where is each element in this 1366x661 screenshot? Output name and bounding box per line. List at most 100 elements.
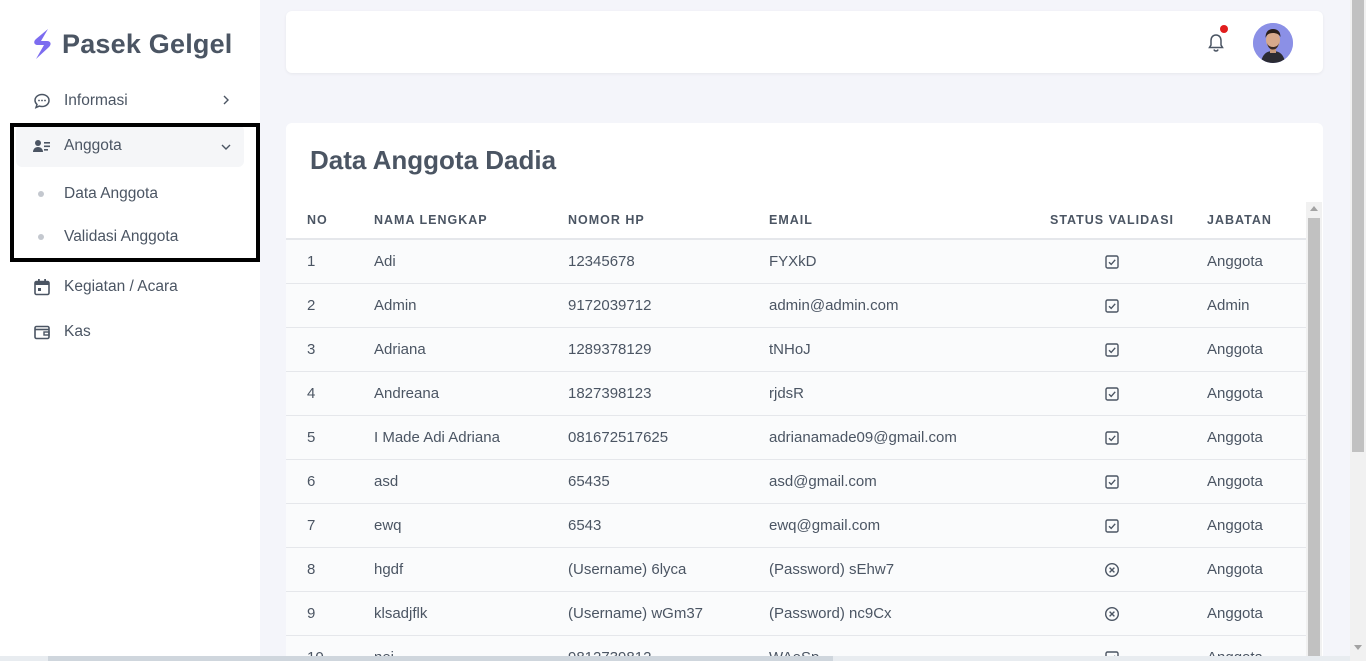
cell-status bbox=[1017, 415, 1207, 460]
cell-jabatan: Anggota bbox=[1207, 459, 1306, 504]
cell-hp: 9172039712 bbox=[568, 283, 769, 328]
column-header-status[interactable]: STATUS VALIDASI bbox=[1017, 202, 1207, 240]
page-scrollbar[interactable] bbox=[1350, 0, 1366, 661]
cell-email: admin@admin.com bbox=[769, 283, 1017, 328]
checkbox-checked-icon bbox=[1105, 386, 1119, 401]
cell-jabatan: Anggota bbox=[1207, 415, 1306, 460]
user-avatar[interactable] bbox=[1253, 23, 1293, 63]
table-row[interactable]: 9 klsadjflk (Username) wGm37 (Password) nc9… bbox=[286, 591, 1306, 636]
cell-hp: (Username) wGm37 bbox=[568, 591, 769, 636]
table-row[interactable]: 3 Adriana 1289378129 tNHoJ Anggota bbox=[286, 327, 1306, 372]
cell-no: 5 bbox=[286, 415, 374, 460]
column-header-hp[interactable]: NOMOR HP bbox=[568, 202, 769, 240]
cell-email: tNHoJ bbox=[769, 327, 1017, 372]
cell-status bbox=[1017, 327, 1207, 372]
table-row[interactable]: 5I Made Adi Adriana 081672517625 adrianama… bbox=[286, 415, 1306, 460]
page-scrollbar-thumb[interactable] bbox=[1352, 0, 1364, 452]
cell-no: 1 bbox=[286, 239, 374, 284]
horizontal-scrollbar[interactable] bbox=[0, 656, 1350, 661]
cell-no: 3 bbox=[286, 327, 374, 372]
column-header-jabatan[interactable]: JABATAN bbox=[1207, 202, 1306, 240]
column-header-email[interactable]: EMAIL bbox=[769, 202, 1017, 240]
table-header-row: NO NAMA LENGKAP NOMOR HP EMAIL STATUS VA… bbox=[286, 202, 1306, 240]
table-row[interactable]: 8 hgdf (Username) 6lyca (Password) sEhw7 Ang… bbox=[286, 547, 1306, 592]
table-row[interactable]: 4 Andreana 1827398123 rjdsR Anggota bbox=[286, 371, 1306, 416]
brand[interactable]: Pasek Gelgel bbox=[30, 26, 233, 62]
cell-nama: Adi bbox=[374, 239, 568, 284]
cell-hp: 12345678 bbox=[568, 239, 769, 284]
cell-nama: asd bbox=[374, 459, 568, 504]
checkbox-checked-icon bbox=[1105, 342, 1119, 357]
cell-jabatan: Anggota bbox=[1207, 503, 1306, 548]
cell-no: 4 bbox=[286, 371, 374, 416]
cell-hp: 081672517625 bbox=[568, 415, 769, 460]
cell-hp: 6543 bbox=[568, 503, 769, 548]
cell-jabatan: Anggota bbox=[1207, 327, 1306, 372]
checkbox-checked-icon bbox=[1105, 298, 1119, 313]
checkbox-checked-icon bbox=[1105, 474, 1119, 489]
cell-no: 2 bbox=[286, 283, 374, 328]
notification-badge bbox=[1220, 25, 1228, 33]
bell-icon[interactable] bbox=[1207, 33, 1225, 53]
sidebar-item-label: Kas bbox=[64, 323, 91, 340]
x-circle-icon bbox=[1104, 562, 1120, 577]
cell-email: ewq@gmail.com bbox=[769, 503, 1017, 548]
cell-nama: hgdf bbox=[374, 547, 568, 592]
table-row[interactable]: 7 ewq 6543 ewq@gmail.com Anggota bbox=[286, 503, 1306, 548]
table-container[interactable]: NO NAMA LENGKAP NOMOR HP EMAIL STATUS VA… bbox=[286, 202, 1306, 661]
cell-email: FYXkD bbox=[769, 239, 1017, 284]
cell-jabatan: Anggota bbox=[1207, 547, 1306, 592]
cell-email: adrianamade09@gmail.com bbox=[769, 415, 1017, 460]
cell-nama: I Made Adi Adriana bbox=[374, 415, 568, 460]
checkbox-checked-icon bbox=[1105, 430, 1119, 445]
cell-status bbox=[1017, 591, 1207, 636]
chevron-right-icon bbox=[223, 95, 229, 105]
cell-hp: (Username) 6lyca bbox=[568, 547, 769, 592]
cell-no: 7 bbox=[286, 503, 374, 548]
brand-name: Pasek Gelgel bbox=[62, 28, 233, 59]
cell-nama: Adriana bbox=[374, 327, 568, 372]
scroll-up-arrow-icon[interactable] bbox=[1310, 206, 1318, 211]
cell-nama: klsadjflk bbox=[374, 591, 568, 636]
wallet-icon bbox=[33, 323, 51, 341]
sidebar-item-kegiatan[interactable]: Kegiatan / Acara bbox=[16, 266, 244, 308]
checkbox-checked-icon bbox=[1105, 518, 1119, 533]
table-row[interactable]: 2 Admin 9172039712 admin@admin.com Admin bbox=[286, 283, 1306, 328]
cell-jabatan: Admin bbox=[1207, 283, 1306, 328]
page-title: Data Anggota Dadia bbox=[310, 145, 557, 175]
sidebar-item-label: Kegiatan / Acara bbox=[64, 278, 178, 295]
table-row[interactable]: 6 asd 65435 asd@gmail.com Anggota bbox=[286, 459, 1306, 504]
table-scrollbar-thumb[interactable] bbox=[1308, 218, 1320, 661]
members-table: NO NAMA LENGKAP NOMOR HP EMAIL STATUS VA… bbox=[286, 202, 1306, 661]
table-row[interactable]: 1 Adi 12345678 FYXkD Anggota bbox=[286, 239, 1306, 284]
horizontal-scrollbar-thumb[interactable] bbox=[48, 656, 833, 661]
cell-jabatan: Anggota bbox=[1207, 239, 1306, 284]
cell-status bbox=[1017, 503, 1207, 548]
sidebar: Pasek Gelgel Informasi Anggota Data Angg… bbox=[0, 0, 260, 661]
cell-email: (Password) nc9Cx bbox=[769, 591, 1017, 636]
cell-nama: Admin bbox=[374, 283, 568, 328]
cell-jabatan: Anggota bbox=[1207, 371, 1306, 416]
cell-email: (Password) sEhw7 bbox=[769, 547, 1017, 592]
sidebar-item-kas[interactable]: Kas bbox=[16, 311, 244, 353]
scroll-down-arrow-icon[interactable] bbox=[1354, 645, 1362, 650]
table-scrollbar[interactable] bbox=[1306, 202, 1322, 661]
chat-icon bbox=[33, 92, 51, 110]
calendar-icon bbox=[33, 278, 51, 296]
cell-email: rjdsR bbox=[769, 371, 1017, 416]
cell-hp: 1289378129 bbox=[568, 327, 769, 372]
cell-jabatan: Anggota bbox=[1207, 591, 1306, 636]
cell-status bbox=[1017, 239, 1207, 284]
cell-status bbox=[1017, 283, 1207, 328]
focus-highlight bbox=[10, 123, 260, 262]
top-header bbox=[286, 11, 1323, 73]
cell-email: asd@gmail.com bbox=[769, 459, 1017, 504]
column-header-no[interactable]: NO bbox=[286, 202, 374, 240]
column-header-nama[interactable]: NAMA LENGKAP bbox=[374, 202, 568, 240]
cell-no: 9 bbox=[286, 591, 374, 636]
sidebar-item-informasi[interactable]: Informasi bbox=[16, 80, 244, 122]
data-card: Data Anggota Dadia NO NAMA LENGKAP NOMOR… bbox=[286, 123, 1323, 661]
cell-no: 6 bbox=[286, 459, 374, 504]
x-circle-icon bbox=[1104, 606, 1120, 621]
cell-status bbox=[1017, 459, 1207, 504]
